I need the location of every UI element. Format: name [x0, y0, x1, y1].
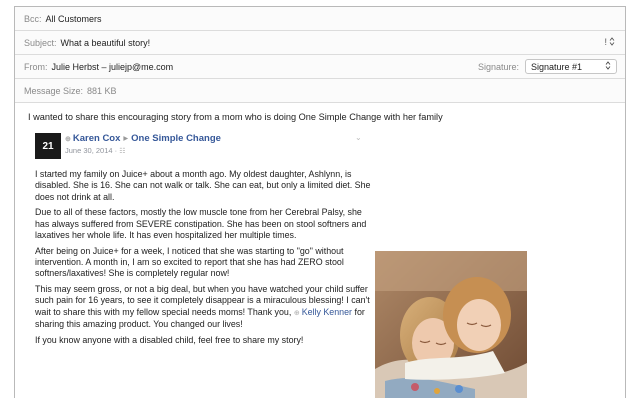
people-icon: ☷: [119, 148, 126, 155]
message-size-row: Message Size: 881 KB: [15, 79, 625, 103]
from-label: From:: [24, 61, 48, 72]
bcc-field[interactable]: All Customers: [46, 14, 102, 24]
priority-control[interactable]: !: [604, 37, 615, 48]
arrow-separator: ▸: [123, 133, 129, 144]
post-date-line: June 30, 2014 · ☷: [65, 145, 221, 157]
intro-text: I wanted to share this encouraging story…: [28, 112, 443, 122]
signature-value: Signature #1: [531, 61, 583, 72]
from-row[interactable]: From: Julie Herbst – juliejp@me.com Sign…: [15, 55, 625, 79]
post-text: I started my family on Juice+ about a mo…: [35, 169, 377, 346]
group-link[interactable]: One Simple Change: [131, 133, 221, 144]
author-link[interactable]: Karen Cox: [73, 133, 121, 144]
message-body[interactable]: I wanted to share this encouraging story…: [15, 103, 625, 346]
message-size-label: Message Size:: [24, 85, 84, 96]
subject-field[interactable]: What a beautiful story!: [61, 38, 151, 48]
author-line: ⊕ Karen Cox ▸ One Simple Change: [65, 133, 221, 145]
facebook-post-header: 21 ⊕ Karen Cox ▸ One Simple Change June 30,…: [35, 133, 615, 159]
signature-select[interactable]: Signature #1: [525, 59, 617, 74]
mention-icon: ⊕: [293, 309, 300, 317]
post-paragraph: Due to all of these factors, mostly the …: [35, 207, 367, 240]
subject-label: Subject:: [24, 37, 57, 48]
bcc-row[interactable]: Bcc: All Customers: [15, 7, 625, 31]
post-meta: ⊕ Karen Cox ▸ One Simple Change June 30, 20…: [65, 133, 221, 157]
signature-control: Signature: Signature #1: [478, 59, 617, 74]
priority-icon[interactable]: !: [604, 37, 607, 48]
subject-row[interactable]: Subject: What a beautiful story! !: [15, 31, 625, 55]
photo-two-girls-sleeping: [375, 251, 527, 398]
from-field[interactable]: Julie Herbst – juliejp@me.com: [52, 62, 174, 72]
post-paragraph: If you know anyone with a disabled child…: [35, 334, 304, 345]
stepper-icon[interactable]: [609, 37, 615, 48]
post-paragraph-thanks: This may seem gross, or not a big deal, …: [35, 284, 377, 330]
post-date[interactable]: June 30, 2014 ·: [65, 146, 117, 155]
select-arrows-icon: [605, 61, 611, 72]
mention-link[interactable]: Kelly Kenner: [302, 307, 352, 317]
post-paragraph: After being on Juice+ for a week, I noti…: [35, 245, 344, 279]
chevron-down-icon[interactable]: ⌄: [355, 133, 362, 142]
signature-label: Signature:: [477, 61, 519, 72]
avatar: 21: [35, 133, 61, 159]
bcc-label: Bcc:: [24, 13, 42, 24]
compose-window: Bcc: All Customers Subject: What a beaut…: [14, 6, 626, 398]
post-paragraph: I started my family on Juice+ about a mo…: [35, 169, 371, 202]
globe-icon: ⊕: [65, 136, 71, 143]
avatar-text: 21: [42, 140, 54, 152]
post-photo[interactable]: [375, 251, 527, 398]
message-size-value: 881 KB: [87, 85, 117, 96]
